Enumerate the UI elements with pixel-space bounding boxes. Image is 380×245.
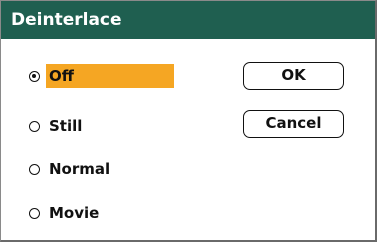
option-normal[interactable]: Normal <box>29 157 110 181</box>
dialog-title: Deinterlace <box>1 1 375 39</box>
radio-unchecked-icon <box>29 120 40 132</box>
radio-unchecked-icon <box>29 207 40 219</box>
deinterlace-dialog: Deinterlace Off Still Normal Movie OK Ca… <box>0 0 377 242</box>
radio-checked-icon <box>29 70 40 82</box>
option-normal-label: Normal <box>49 160 111 178</box>
radio-unchecked-icon <box>29 163 40 175</box>
cancel-button[interactable]: Cancel <box>243 110 344 138</box>
option-movie-label: Movie <box>49 204 100 222</box>
option-off-label: Off <box>46 64 174 88</box>
option-movie[interactable]: Movie <box>29 201 99 225</box>
ok-button[interactable]: OK <box>243 62 344 90</box>
option-still[interactable]: Still <box>29 114 82 138</box>
option-still-label: Still <box>49 117 83 135</box>
option-off[interactable]: Off <box>29 64 174 88</box>
